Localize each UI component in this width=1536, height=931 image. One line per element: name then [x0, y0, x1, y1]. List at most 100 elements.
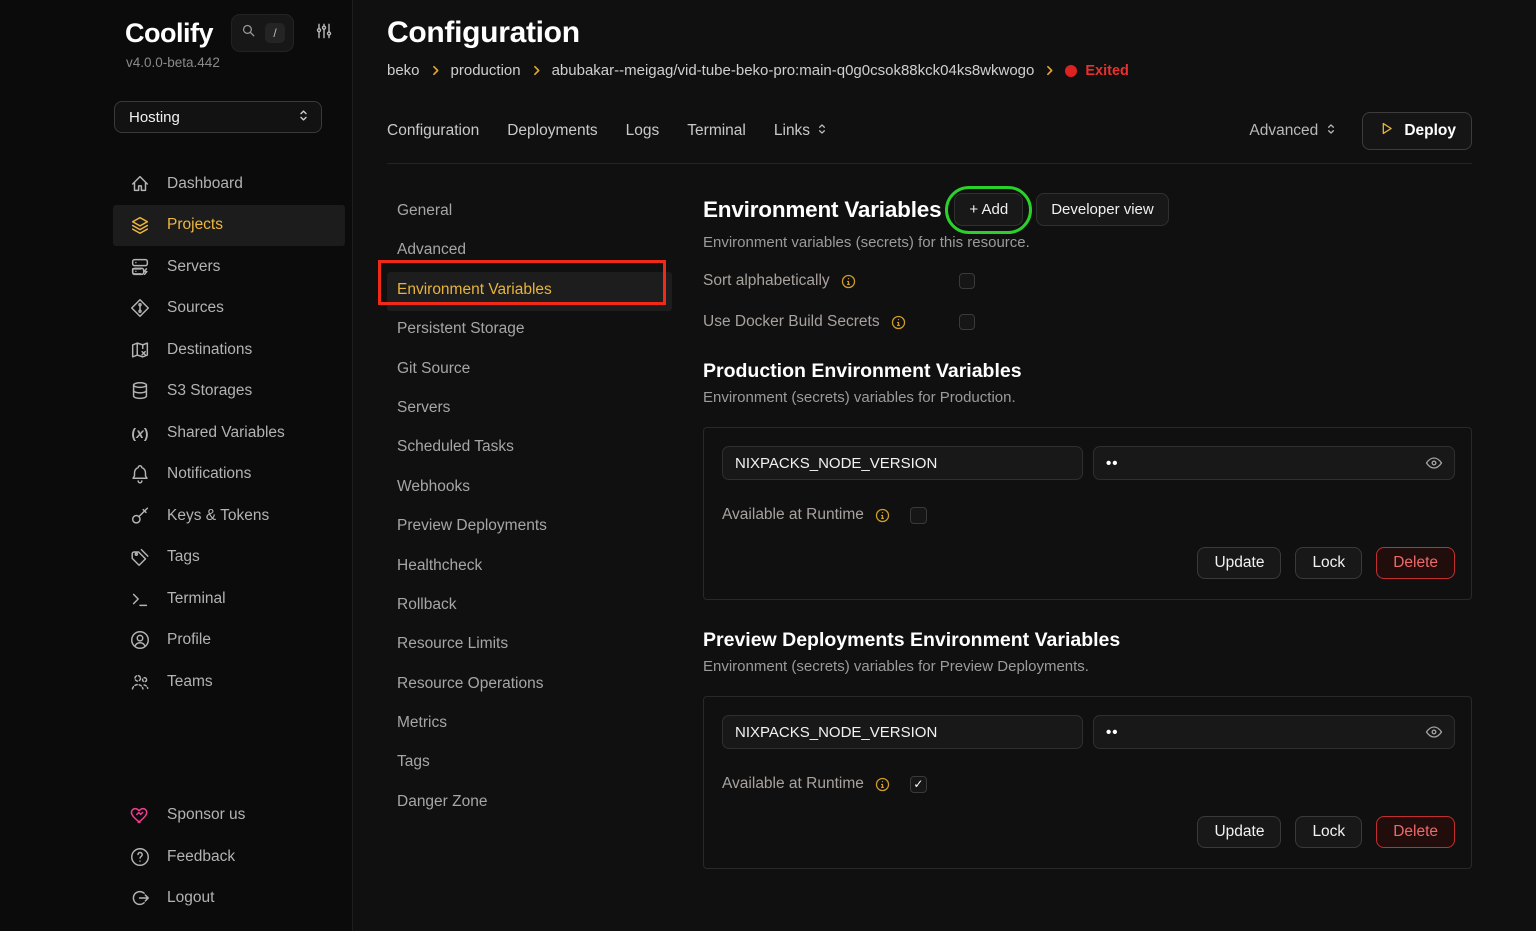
status-text: Exited	[1085, 63, 1129, 79]
page-title: Configuration	[387, 16, 1472, 50]
sidebar-item-teams[interactable]: Teams	[113, 661, 345, 703]
sidebar-item-label: Dashboard	[167, 175, 243, 193]
breadcrumb-project[interactable]: beko	[387, 62, 420, 79]
info-icon	[874, 507, 891, 524]
docker-build-secrets-checkbox[interactable]	[959, 314, 975, 330]
subnav-servers[interactable]: Servers	[387, 390, 672, 429]
available-at-runtime-label: Available at Runtime	[722, 506, 864, 524]
sidebar-item-profile[interactable]: Profile	[113, 620, 345, 662]
key-icon	[129, 505, 151, 527]
env-variables-panel: Environment Variables + Add Developer vi…	[703, 193, 1472, 931]
subnav-persistent-storage[interactable]: Persistent Storage	[387, 311, 672, 350]
team-select-value: Hosting	[129, 109, 180, 126]
subnav-git-source[interactable]: Git Source	[387, 351, 672, 390]
subnav-advanced[interactable]: Advanced	[387, 232, 672, 271]
subnav-scheduled-tasks[interactable]: Scheduled Tasks	[387, 429, 672, 468]
variable-key-input[interactable]	[722, 446, 1083, 480]
delete-button[interactable]: Delete	[1376, 547, 1455, 579]
production-section-description: Environment (secrets) variables for Prod…	[703, 389, 1472, 406]
sidebar-nav: Dashboard Projects Servers Sources Desti…	[113, 163, 345, 703]
sidebar-item-label: Sponsor us	[167, 806, 245, 824]
subnav-resource-limits[interactable]: Resource Limits	[387, 626, 672, 665]
subnav-healthcheck[interactable]: Healthcheck	[387, 548, 672, 587]
subnav-rollback[interactable]: Rollback	[387, 587, 672, 626]
server-icon	[129, 256, 151, 278]
sidebar-item-label: Shared Variables	[167, 424, 285, 442]
subnav-resource-operations[interactable]: Resource Operations	[387, 666, 672, 705]
sidebar-item-projects[interactable]: Projects	[113, 205, 345, 247]
tab-configuration[interactable]: Configuration	[387, 122, 479, 140]
variable-value-input[interactable]	[1106, 724, 1424, 741]
sidebar-item-keys-tokens[interactable]: Keys & Tokens	[113, 495, 345, 537]
sidebar-item-feedback[interactable]: Feedback	[113, 836, 345, 878]
env-variables-title: Environment Variables	[703, 197, 941, 223]
lock-button[interactable]: Lock	[1295, 547, 1362, 579]
variable-key-input[interactable]	[722, 715, 1083, 749]
info-icon	[840, 273, 857, 290]
sidebar-item-sources[interactable]: Sources	[113, 288, 345, 330]
developer-view-button[interactable]: Developer view	[1036, 193, 1169, 226]
available-at-runtime-checkbox[interactable]	[910, 507, 927, 524]
breadcrumb-environment[interactable]: production	[451, 62, 521, 79]
sidebar-item-label: Tags	[167, 548, 200, 566]
subnav-webhooks[interactable]: Webhooks	[387, 469, 672, 508]
sidebar-item-label: Keys & Tokens	[167, 507, 269, 525]
production-env-section: Production Environment Variables Environ…	[703, 360, 1472, 600]
update-button[interactable]: Update	[1197, 816, 1281, 848]
sidebar-item-logout[interactable]: Logout	[113, 878, 345, 920]
team-select[interactable]: Hosting	[114, 101, 322, 133]
available-at-runtime-checkbox[interactable]	[910, 776, 927, 793]
search-button[interactable]: /	[231, 14, 294, 52]
sidebar-item-label: Notifications	[167, 465, 251, 483]
tab-logs[interactable]: Logs	[626, 122, 660, 140]
sidebar-item-s3-storages[interactable]: S3 Storages	[113, 371, 345, 413]
sidebar-item-tags[interactable]: Tags	[113, 537, 345, 579]
selector-chevrons-icon	[1324, 122, 1338, 141]
sort-alphabetically-checkbox[interactable]	[959, 273, 975, 289]
sidebar-footer: Sponsor us Feedback Logout	[113, 795, 345, 922]
delete-button[interactable]: Delete	[1376, 816, 1455, 848]
advanced-dropdown[interactable]: Advanced	[1249, 122, 1338, 141]
deploy-label: Deploy	[1404, 122, 1456, 140]
tab-deployments[interactable]: Deployments	[507, 122, 597, 140]
home-icon	[129, 173, 151, 195]
preview-env-section: Preview Deployments Environment Variable…	[703, 629, 1472, 869]
brand-logo: Coolify	[125, 18, 213, 49]
preview-section-title: Preview Deployments Environment Variable…	[703, 629, 1472, 652]
deploy-button[interactable]: Deploy	[1362, 112, 1472, 150]
subnav-metrics[interactable]: Metrics	[387, 705, 672, 744]
sidebar-item-servers[interactable]: Servers	[113, 246, 345, 288]
sidebar-item-destinations[interactable]: Destinations	[113, 329, 345, 371]
update-button[interactable]: Update	[1197, 547, 1281, 579]
logout-icon	[129, 887, 151, 909]
status-dot-icon	[1065, 65, 1077, 77]
git-source-icon	[129, 297, 151, 319]
eye-icon[interactable]	[1424, 453, 1444, 473]
sidebar-item-notifications[interactable]: Notifications	[113, 454, 345, 496]
settings-sliders-button[interactable]	[314, 21, 334, 46]
app-version: v4.0.0-beta.442	[113, 55, 345, 70]
add-variable-button[interactable]: + Add	[954, 193, 1023, 226]
subnav-environment-variables[interactable]: Environment Variables	[387, 272, 672, 311]
sidebar-item-shared-variables[interactable]: (x) Shared Variables	[113, 412, 345, 454]
terminal-icon	[129, 588, 151, 610]
sidebar-item-terminal[interactable]: Terminal	[113, 578, 345, 620]
sidebar-item-label: Profile	[167, 631, 211, 649]
tab-terminal[interactable]: Terminal	[687, 122, 746, 140]
subnav-general[interactable]: General	[387, 193, 672, 232]
variable-value-input[interactable]	[1106, 455, 1424, 472]
tab-links[interactable]: Links	[774, 122, 829, 141]
status-badge: Exited	[1065, 63, 1129, 79]
breadcrumb-resource[interactable]: abubakar--meigag/vid-tube-beko-pro:main-…	[552, 62, 1035, 79]
lock-button[interactable]: Lock	[1295, 816, 1362, 848]
info-icon	[874, 776, 891, 793]
subnav-danger-zone[interactable]: Danger Zone	[387, 784, 672, 823]
sidebar-item-sponsor-us[interactable]: Sponsor us	[113, 795, 345, 837]
sidebar-item-dashboard[interactable]: Dashboard	[113, 163, 345, 205]
subnav-tags[interactable]: Tags	[387, 744, 672, 783]
eye-icon[interactable]	[1424, 722, 1444, 742]
preview-variable-card: Available at Runtime Update Lock Delete	[703, 696, 1472, 869]
subnav-preview-deployments[interactable]: Preview Deployments	[387, 508, 672, 547]
chevron-right-icon	[1043, 64, 1056, 77]
subnav-label: Environment Variables	[397, 281, 552, 298]
